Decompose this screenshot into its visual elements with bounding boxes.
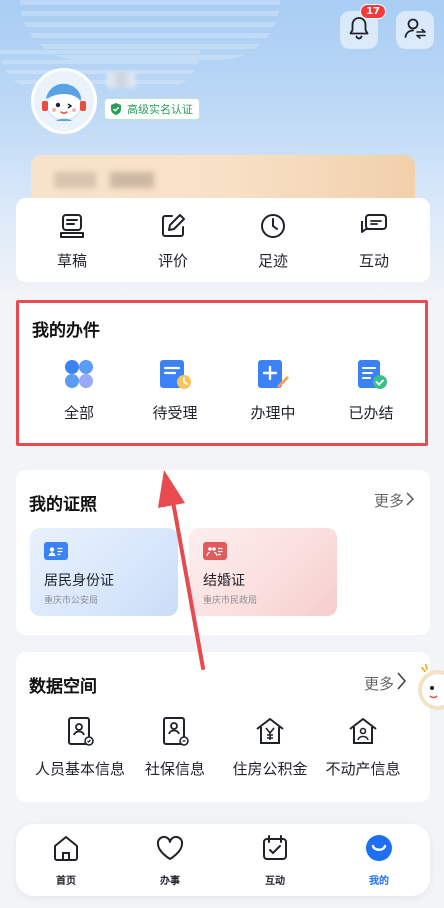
pending-doc-icon <box>158 358 192 394</box>
chevron-right-icon <box>404 491 416 511</box>
draft-icon <box>58 212 86 244</box>
home-icon <box>52 834 80 866</box>
license-org: 重庆市公安局 <box>44 596 99 606</box>
works-pending[interactable]: 待受理 <box>135 358 215 423</box>
tab-interact[interactable]: 互动 <box>240 834 310 887</box>
data-item-housing-fund[interactable]: 住房公积金 <box>220 716 320 779</box>
tab-label: 办事 <box>160 876 180 887</box>
quick-actions-card: 草稿 评价 足迹 互动 <box>16 198 430 282</box>
quick-action-footprint[interactable]: 足迹 <box>233 212 313 271</box>
grid-icon <box>63 358 95 394</box>
social-security-icon <box>160 716 190 750</box>
quick-action-label: 评价 <box>157 252 188 270</box>
done-doc-icon <box>354 358 388 394</box>
shield-check-icon <box>109 102 123 116</box>
chevron-right-icon <box>394 670 408 696</box>
mascot-icon <box>418 664 444 710</box>
marriage-cert-icon <box>203 542 227 560</box>
data-item-personal[interactable]: 人员基本信息 <box>30 716 130 779</box>
header-decoration-2 <box>0 50 200 90</box>
quick-action-label: 草稿 <box>56 252 87 270</box>
works-label: 待受理 <box>152 404 198 422</box>
tab-label: 互动 <box>265 876 285 887</box>
housing-fund-icon <box>254 716 286 750</box>
works-all[interactable]: 全部 <box>39 358 119 423</box>
tab-label: 首页 <box>56 876 76 887</box>
notification-button[interactable]: 17 <box>340 4 386 49</box>
data-item-label: 住房公积金 <box>232 760 308 778</box>
bottom-tab-bar: 首页 办事 互动 我的 <box>16 824 430 896</box>
my-works-card: 我的办件 全部 待受理 办理中 已办结 <box>16 300 428 446</box>
clock-icon <box>259 212 287 244</box>
tab-services[interactable]: 办事 <box>135 834 205 887</box>
verified-label: 高级实名认证 <box>127 103 193 116</box>
edit-icon <box>159 212 187 244</box>
quick-action-interact[interactable]: 互动 <box>334 212 414 271</box>
user-switch-icon <box>403 16 427 44</box>
license-name: 居民身份证 <box>44 573 114 589</box>
profile-smile-icon <box>365 834 393 866</box>
data-item-label: 不动产信息 <box>325 760 401 778</box>
switch-account-button[interactable] <box>396 11 434 49</box>
more-label: 更多 <box>373 492 404 510</box>
data-space-card: 数据空间 更多 人员基本信息 社保信息 住房公积金 不动产信息 <box>16 652 430 802</box>
works-label: 已办结 <box>348 404 394 422</box>
avatar[interactable] <box>31 68 97 134</box>
floating-assistant[interactable] <box>414 660 444 720</box>
more-label: 更多 <box>363 674 394 693</box>
license-org: 重庆市民政局 <box>203 596 258 606</box>
works-label: 办理中 <box>250 404 296 422</box>
person-doc-icon <box>65 716 95 750</box>
data-item-label: 社保信息 <box>144 760 205 778</box>
chat-icon <box>359 212 389 244</box>
works-label: 全部 <box>63 404 94 422</box>
tab-home[interactable]: 首页 <box>31 834 101 887</box>
notification-badge: 17 <box>360 4 386 19</box>
bell-icon <box>348 16 370 44</box>
id-card-icon <box>44 542 68 560</box>
licenses-more-link[interactable]: 更多 <box>374 490 416 511</box>
banner-text-redacted-2 <box>110 172 154 188</box>
data-item-label: 人员基本信息 <box>34 760 125 778</box>
tab-mine[interactable]: 我的 <box>344 834 414 887</box>
data-item-real-estate[interactable]: 不动产信息 <box>313 716 413 779</box>
my-works-title: 我的办件 <box>32 321 100 341</box>
license-name: 结婚证 <box>203 573 245 589</box>
quick-action-draft[interactable]: 草稿 <box>32 212 112 271</box>
heart-icon <box>155 834 185 866</box>
quick-action-review[interactable]: 评价 <box>133 212 213 271</box>
license-card-marriage[interactable]: 结婚证 重庆市民政局 <box>189 528 337 616</box>
mascot-avatar-icon <box>34 71 94 131</box>
quick-action-label: 互动 <box>358 252 389 270</box>
license-card-id[interactable]: 居民身份证 重庆市公安局 <box>30 528 178 616</box>
tab-label: 我的 <box>369 876 389 887</box>
data-item-social-security[interactable]: 社保信息 <box>125 716 225 779</box>
real-estate-icon <box>347 716 379 750</box>
processing-doc-icon <box>256 358 290 394</box>
works-processing[interactable]: 办理中 <box>233 358 313 423</box>
my-licenses-title: 我的证照 <box>29 495 97 515</box>
calendar-check-icon <box>261 834 289 866</box>
data-space-more-link[interactable]: 更多 <box>364 670 408 696</box>
banner-text-redacted <box>54 172 96 188</box>
username-redacted <box>107 72 135 88</box>
my-licenses-card: 我的证照 更多 居民身份证 重庆市公安局 结婚证 重庆市民政局 <box>16 470 430 635</box>
quick-action-label: 足迹 <box>257 252 288 270</box>
verified-badge: 高级实名认证 <box>104 98 200 120</box>
works-done[interactable]: 已办结 <box>331 358 411 423</box>
data-space-title: 数据空间 <box>29 677 97 697</box>
